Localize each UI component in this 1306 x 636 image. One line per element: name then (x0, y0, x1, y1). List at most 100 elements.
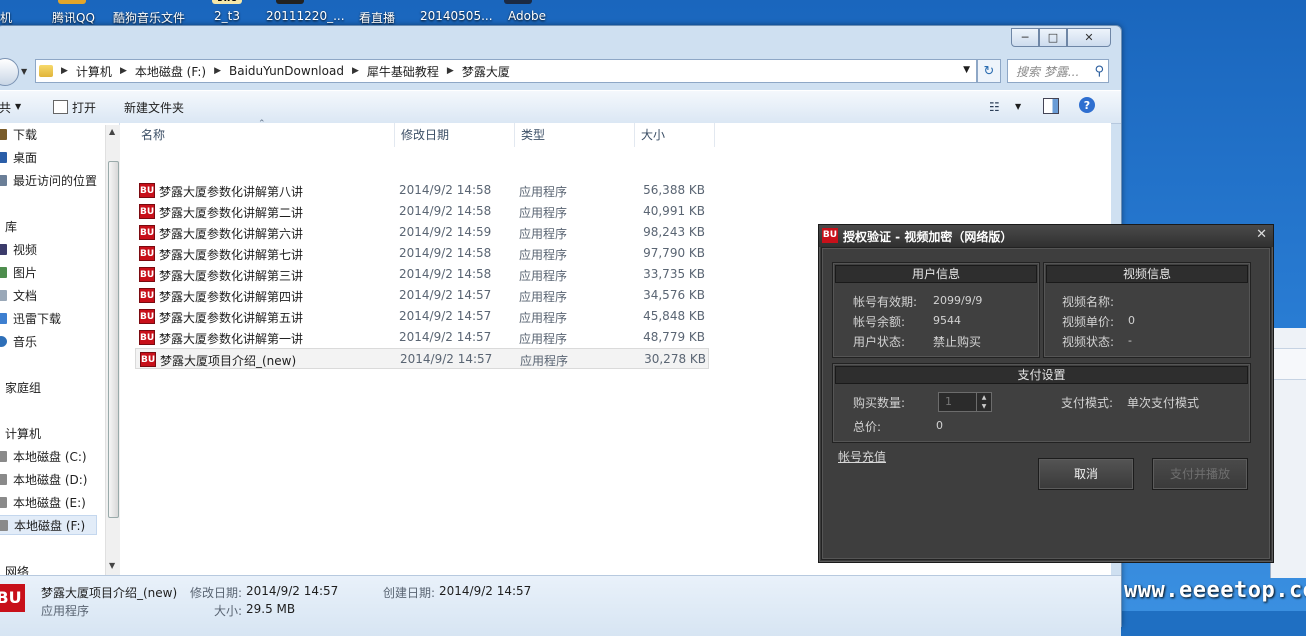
file-row[interactable]: BU 梦露大厦参数化讲解第一讲 2014/9/2 14:57 应用程序 48,7… (135, 327, 709, 348)
qq-icon (58, 0, 86, 4)
nav-item-thunder[interactable]: 迅雷下载 (0, 309, 61, 327)
restore-icon: □ (1047, 31, 1059, 44)
refresh-icon: ↻ (983, 63, 995, 79)
scroll-up-icon[interactable]: ▲ (109, 127, 115, 136)
details-created-value: 2014/9/2 14:57 (439, 584, 532, 598)
view-dropdown-icon[interactable]: ▼ (1015, 102, 1021, 111)
nav-scrollbar-thumb[interactable] (108, 161, 119, 518)
video-status-label: 视频状态: (1062, 335, 1115, 349)
chevron-right-icon[interactable]: ▶ (120, 66, 127, 76)
dialog-title: 授权验证 - 视频加密（网络版） (843, 230, 1013, 244)
file-name: 梦露大厦参数化讲解第二讲 (159, 206, 304, 220)
quantity-stepper-buttons[interactable]: ▲ ▼ (976, 393, 991, 411)
file-date: 2014/9/2 14:58 (399, 183, 492, 197)
authorization-dialog: BU 授权验证 - 视频加密（网络版） ✕ 用户信息 帐号有效期: 2099/9… (818, 224, 1274, 563)
preview-pane-icon[interactable] (1043, 98, 1059, 114)
file-type: 应用程序 (519, 290, 568, 304)
file-row[interactable]: BU 梦露大厦参数化讲解第四讲 2014/9/2 14:57 应用程序 34,5… (135, 285, 709, 306)
file-date: 2014/9/2 14:58 (399, 246, 492, 260)
nav-item-documents[interactable]: 文档 (0, 286, 37, 304)
nav-item-drive-d[interactable]: 本地磁盘 (D:) (0, 470, 87, 488)
open-button[interactable]: 打开 (53, 99, 96, 116)
quantity-label: 购买数量: (853, 396, 906, 410)
nav-item-pictures[interactable]: 图片 (0, 263, 37, 281)
nav-item-music[interactable]: 音乐 (0, 332, 37, 350)
file-row[interactable]: BU 梦露大厦参数化讲解第六讲 2014/9/2 14:59 应用程序 98,2… (135, 222, 709, 243)
nav-item-downloads[interactable]: 下载 (0, 125, 37, 143)
breadcrumb-item-current[interactable]: 梦露大厦 (462, 63, 510, 80)
scroll-down-icon[interactable]: ▼ (109, 561, 115, 570)
chevron-right-icon[interactable]: ▶ (214, 66, 221, 76)
chevron-right-icon[interactable]: ▶ (352, 66, 359, 76)
file-name: 梦露大厦参数化讲解第八讲 (159, 185, 304, 199)
recharge-account-link[interactable]: 帐号充值 (838, 448, 886, 465)
nav-item-drive-c[interactable]: 本地磁盘 (C:) (0, 447, 87, 465)
video-price-value: 0 (1128, 314, 1135, 327)
nav-item-drive-f[interactable]: 本地磁盘 (F:) (0, 515, 97, 535)
total-price-value: 0 (936, 419, 943, 432)
file-type: 应用程序 (519, 227, 568, 241)
close-button[interactable]: ✕ (1067, 28, 1111, 47)
nav-item-computer[interactable]: 计算机 (5, 424, 41, 442)
history-dropdown-icon[interactable]: ▼ (21, 67, 27, 76)
quantity-stepper[interactable]: 1 ▲ ▼ (938, 392, 992, 412)
video-price-label: 视频单价: (1062, 315, 1115, 329)
file-date: 2014/9/2 14:59 (399, 225, 492, 239)
organize-dropdown-icon[interactable]: ▼ (15, 102, 21, 111)
minimize-button[interactable]: ─ (1011, 28, 1039, 47)
cancel-button[interactable]: 取消 (1038, 458, 1134, 490)
drive-icon (0, 519, 8, 531)
nav-item-libraries[interactable]: 库 (5, 217, 17, 235)
file-row[interactable]: BU 梦露大厦参数化讲解第二讲 2014/9/2 14:58 应用程序 40,9… (135, 201, 709, 222)
column-header-date[interactable]: 修改日期 (395, 123, 515, 147)
file-size: 45,848 KB (643, 309, 705, 323)
maximize-button[interactable]: □ (1039, 28, 1067, 47)
selected-file-icon: BU (0, 584, 25, 612)
nav-item-recent[interactable]: 最近访问的位置 (0, 171, 97, 189)
breadcrumb-item-download[interactable]: BaiduYunDownload (229, 64, 344, 78)
nav-item-desktop[interactable]: 桌面 (0, 148, 37, 166)
decrement-icon[interactable]: ▼ (977, 402, 991, 411)
user-status-label: 用户状态: (853, 335, 906, 349)
file-name: 梦露大厦参数化讲解第一讲 (159, 332, 304, 346)
refresh-button[interactable]: ↻ (977, 59, 1001, 83)
breadcrumb-item-computer[interactable]: 计算机 (76, 63, 112, 80)
address-dropdown-icon[interactable]: ▼ (963, 65, 970, 75)
help-icon[interactable]: ? (1079, 97, 1095, 113)
organize-menu-cut[interactable]: 共 (0, 99, 11, 116)
file-row[interactable]: BU 梦露大厦参数化讲解第三讲 2014/9/2 14:58 应用程序 33,7… (135, 264, 709, 285)
file-row[interactable]: BU 梦露大厦参数化讲解第八讲 2014/9/2 14:58 应用程序 56,3… (135, 180, 709, 201)
search-icon[interactable]: ⚲ (1094, 64, 1104, 79)
file-size: 97,790 KB (643, 246, 705, 260)
nav-scrollbar[interactable]: ▲ ▼ (105, 125, 120, 575)
app-file-icon: BU (139, 330, 155, 345)
file-row[interactable]: BU 梦露大厦参数化讲解第五讲 2014/9/2 14:57 应用程序 45,8… (135, 306, 709, 327)
chevron-right-icon[interactable]: ▶ (447, 66, 454, 76)
search-input[interactable]: 搜索 梦露... ⚲ (1007, 59, 1109, 83)
breadcrumb-item-drive[interactable]: 本地磁盘 (F:) (135, 63, 206, 80)
nav-item-drive-e[interactable]: 本地磁盘 (E:) (0, 493, 86, 511)
increment-icon[interactable]: ▲ (977, 393, 991, 402)
address-bar[interactable]: ▶ 计算机 ▶ 本地磁盘 (F:) ▶ BaiduYunDownload ▶ 犀… (35, 59, 977, 83)
breadcrumb-item-course[interactable]: 犀牛基础教程 (367, 63, 439, 80)
nav-item-videos[interactable]: 视频 (0, 240, 37, 258)
file-size: 40,991 KB (643, 204, 705, 218)
pay-and-play-button[interactable]: 支付并播放 (1152, 458, 1248, 490)
details-modified-label: 修改日期: (190, 586, 243, 600)
column-header-size[interactable]: 大小 (635, 123, 715, 147)
dialog-title-bar[interactable]: BU 授权验证 - 视频加密（网络版） ✕ (819, 225, 1273, 247)
back-button[interactable] (0, 58, 19, 86)
folder-icon (39, 65, 53, 77)
file-name: 梦露大厦参数化讲解第四讲 (159, 290, 304, 304)
nav-item-homegroup[interactable]: 家庭组 (5, 378, 41, 396)
dialog-close-icon[interactable]: ✕ (1256, 227, 1267, 242)
chevron-right-icon[interactable]: ▶ (61, 66, 68, 76)
window-caption-buttons: ─ □ ✕ (1011, 28, 1111, 47)
file-row-selected[interactable]: BU 梦露大厦项目介绍_(new) 2014/9/2 14:57 应用程序 30… (135, 348, 709, 369)
view-options-icon[interactable]: ☷ (989, 100, 1000, 114)
column-header-name[interactable]: 名称 (135, 123, 395, 147)
file-row[interactable]: BU 梦露大厦参数化讲解第七讲 2014/9/2 14:58 应用程序 97,7… (135, 243, 709, 264)
new-folder-button[interactable]: 新建文件夹 (124, 99, 184, 116)
column-header-type[interactable]: 类型 (515, 123, 635, 147)
details-modified-value: 2014/9/2 14:57 (246, 584, 339, 598)
